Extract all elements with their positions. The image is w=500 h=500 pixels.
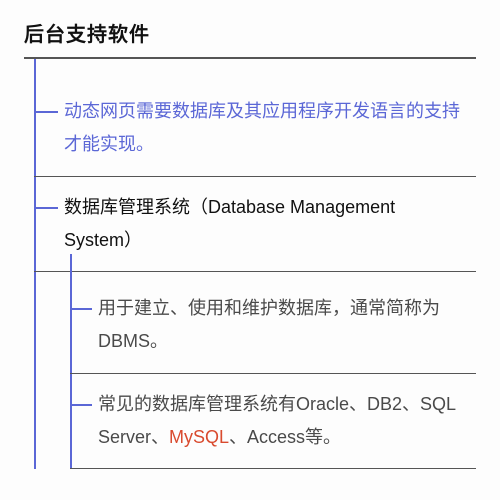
dbms-highlight-mysql: MySQL (169, 427, 229, 447)
dbms-definition-text: 用于建立、使用和维护数据库，通常简称为DBMS。 (98, 298, 440, 351)
dbms-definition: 用于建立、使用和维护数据库，通常简称为DBMS。 (70, 278, 476, 374)
dbms-subtree: 用于建立、使用和维护数据库，通常简称为DBMS。 常见的数据库管理系统有Orac… (60, 272, 476, 469)
section-heading-dbms: 数据库管理系统（Database Management System） (34, 177, 476, 273)
intro-note: 动态网页需要数据库及其应用程序开发语言的支持才能实现。 (34, 81, 476, 177)
dbms-examples: 常见的数据库管理系统有Oracle、DB2、SQL Server、MySQL、A… (70, 374, 476, 470)
outline-tree: 动态网页需要数据库及其应用程序开发语言的支持才能实现。 数据库管理系统（Data… (24, 59, 476, 469)
page-title: 后台支持软件 (24, 18, 476, 47)
dbms-examples-post: 、Access等。 (229, 427, 341, 447)
